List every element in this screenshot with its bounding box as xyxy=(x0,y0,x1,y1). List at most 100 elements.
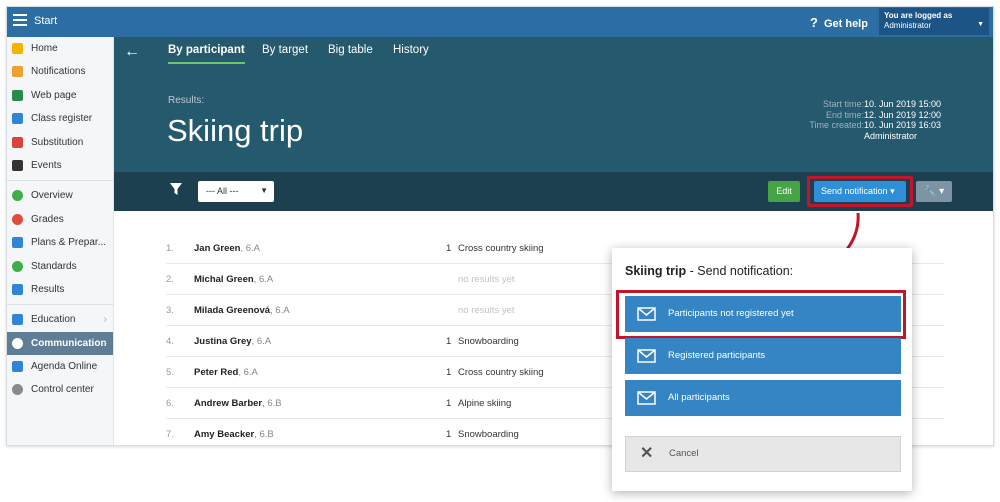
row-number: 7. xyxy=(166,429,174,440)
sidebar-item-agenda-online[interactable]: Agenda Online xyxy=(7,355,113,378)
sidebar-item-label: Standards xyxy=(31,260,77,272)
sidebar-item-label: Control center xyxy=(31,384,94,396)
option-all-participants[interactable]: All participants xyxy=(625,380,901,416)
sidebar-item-label: Grades xyxy=(31,213,64,225)
result-text: no results yet xyxy=(458,274,515,285)
row-number: 1. xyxy=(166,243,174,254)
start-time-label: Start time: xyxy=(822,99,864,109)
row-number: 5. xyxy=(166,367,174,378)
tab-big-table[interactable]: Big table xyxy=(328,44,373,56)
chat-icon xyxy=(12,337,23,349)
sidebar-divider xyxy=(7,304,113,306)
envelope-icon xyxy=(637,391,656,405)
sidebar-divider xyxy=(7,180,113,182)
tools-dropdown-button[interactable]: 🔧 ▾ xyxy=(916,181,952,202)
user-name: Administrator xyxy=(884,21,932,30)
sidebar-item-label: Home xyxy=(31,43,58,54)
class-text: , 6.A xyxy=(251,336,272,347)
row-number: 2. xyxy=(166,274,174,285)
back-arrow-icon[interactable]: ← xyxy=(124,43,140,61)
house-icon xyxy=(12,89,23,101)
sidebar-item-education[interactable]: Education › xyxy=(7,308,113,331)
wrench-icon: 🔧 xyxy=(923,186,937,197)
sidebar-item-results[interactable]: Results xyxy=(7,278,113,301)
result-count: 1 xyxy=(446,398,452,409)
shield-check-icon xyxy=(12,260,23,272)
send-notification-popup: Skiing trip - Send notification: Partici… xyxy=(612,248,912,491)
meta-labels: Start time: End time: Time created: xyxy=(809,99,864,131)
filter-icon[interactable] xyxy=(170,183,182,196)
row-number: 4. xyxy=(166,336,174,347)
cancel-label: Cancel xyxy=(669,448,699,459)
option-registered-participants[interactable]: Registered participants xyxy=(625,338,901,374)
sidebar-item-plans[interactable]: Plans & Prepar... xyxy=(7,231,113,254)
participant-name: Jan Green, 6.A xyxy=(194,243,260,254)
grades-icon xyxy=(12,213,23,225)
sidebar-item-web-page[interactable]: Web page xyxy=(7,84,113,107)
filter-select[interactable]: --- All --- ▼ xyxy=(198,181,274,202)
book-icon xyxy=(12,113,23,125)
participant-name: Michal Green, 6.A xyxy=(194,274,273,285)
start-link[interactable]: Start xyxy=(34,15,57,27)
sidebar-item-communication[interactable]: Communication › xyxy=(7,331,113,356)
result-count: 1 xyxy=(446,429,452,440)
hamburger-menu-icon[interactable] xyxy=(13,14,27,28)
sidebar-item-control-center[interactable]: Control center xyxy=(7,378,113,401)
option-label: All participants xyxy=(668,392,730,403)
participant-name: Milada Greenová, 6.A xyxy=(194,305,290,316)
time-created-label: Time created: xyxy=(809,120,864,130)
sidebar-item-label: Substitution xyxy=(31,136,84,148)
user-menu[interactable]: You are logged as Administrator ▼ xyxy=(879,8,989,35)
logged-as-label: You are logged as xyxy=(884,11,953,20)
sidebar-item-substitution[interactable]: Substitution xyxy=(7,131,113,154)
sidebar: Home Notifications Web page Class regist… xyxy=(7,37,114,445)
edit-button[interactable]: Edit xyxy=(768,181,800,202)
sidebar-item-grades[interactable]: Grades xyxy=(7,208,113,231)
name-text: Amy Beacker xyxy=(194,429,255,440)
chevron-right-icon: › xyxy=(103,314,107,326)
tab-by-participant[interactable]: By participant xyxy=(168,44,245,64)
cancel-button[interactable]: ✕ Cancel xyxy=(625,436,901,472)
class-text: , 6.B xyxy=(262,398,282,409)
person-icon xyxy=(12,136,23,148)
name-text: Justina Grey xyxy=(194,336,252,347)
time-created-value: 10. Jun 2019 16:03 xyxy=(864,120,942,130)
plans-icon xyxy=(12,237,23,249)
sidebar-item-label: Class register xyxy=(31,113,93,125)
sidebar-item-class-register[interactable]: Class register xyxy=(7,107,113,130)
sidebar-item-label: Plans & Prepar... xyxy=(31,237,107,249)
participant-name: Justina Grey, 6.A xyxy=(194,336,271,347)
sidebar-item-label: Overview xyxy=(31,190,73,202)
caret-down-icon: ▼ xyxy=(977,21,984,28)
class-text: , 6.A xyxy=(240,243,261,254)
check-circle-icon xyxy=(12,190,23,202)
sidebar-item-label: Results xyxy=(31,283,65,295)
sidebar-item-events[interactable]: Events xyxy=(7,154,113,177)
education-icon xyxy=(12,314,23,326)
get-help-link[interactable]: ? Get help xyxy=(810,15,868,30)
page-title: Skiing trip xyxy=(167,113,304,148)
tab-by-target[interactable]: By target xyxy=(262,44,308,56)
sidebar-item-overview[interactable]: Overview xyxy=(7,184,113,207)
class-text: , 6.A xyxy=(270,305,290,316)
sidebar-item-home[interactable]: Home xyxy=(7,37,113,60)
chevron-right-icon: › xyxy=(103,337,107,349)
sidebar-item-standards[interactable]: Standards xyxy=(7,255,113,278)
sidebar-item-label: Events xyxy=(31,159,62,171)
pen-icon xyxy=(12,361,23,373)
calendar-icon xyxy=(12,159,23,171)
envelope-icon xyxy=(12,66,23,78)
name-text: Michal Green xyxy=(194,274,254,285)
sidebar-item-notifications[interactable]: Notifications xyxy=(7,60,113,83)
name-text: Peter Red xyxy=(194,367,239,378)
sidebar-item-label: Education xyxy=(31,314,76,326)
tab-history[interactable]: History xyxy=(393,44,429,56)
name-text: Jan Green xyxy=(194,243,241,254)
name-text: Milada Greenová xyxy=(194,305,271,316)
star-icon xyxy=(12,43,23,54)
question-icon: ? xyxy=(810,15,818,30)
result-count: 1 xyxy=(446,367,452,378)
start-time-value: 10. Jun 2019 15:00 xyxy=(864,99,942,109)
class-text: , 6.B xyxy=(254,429,274,440)
filter-select-value: --- All --- xyxy=(206,186,239,196)
